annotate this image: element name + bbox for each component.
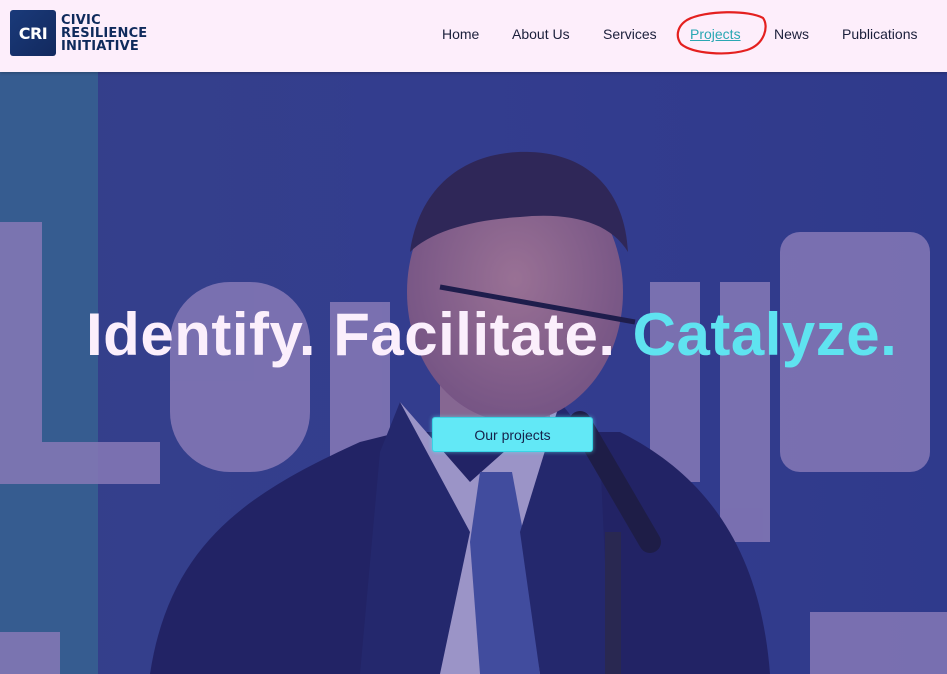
main-nav: Home About Us Services Projects News Pub… <box>0 24 947 46</box>
hero-headline-accent: Catalyze. <box>632 301 898 368</box>
nav-item-services[interactable]: Services <box>603 24 657 44</box>
hero-headline: Identify. Facilitate. Catalyze. <box>86 300 897 370</box>
hero-overlay <box>0 72 947 674</box>
nav-item-news[interactable]: News <box>774 24 809 44</box>
site-header: CRI CIVIC RESILIENCE INITIATIVE Home Abo… <box>0 0 947 72</box>
nav-item-publications[interactable]: Publications <box>842 24 918 44</box>
nav-item-projects[interactable]: Projects <box>690 24 741 44</box>
page: CRI CIVIC RESILIENCE INITIATIVE Home Abo… <box>0 0 947 674</box>
our-projects-button[interactable]: Our projects <box>432 417 593 452</box>
hero-section: Identify. Facilitate. Catalyze. Our proj… <box>0 72 947 674</box>
nav-item-about-us[interactable]: About Us <box>512 24 570 44</box>
nav-item-home[interactable]: Home <box>442 24 479 44</box>
hero-headline-main: Identify. Facilitate. <box>86 301 616 368</box>
